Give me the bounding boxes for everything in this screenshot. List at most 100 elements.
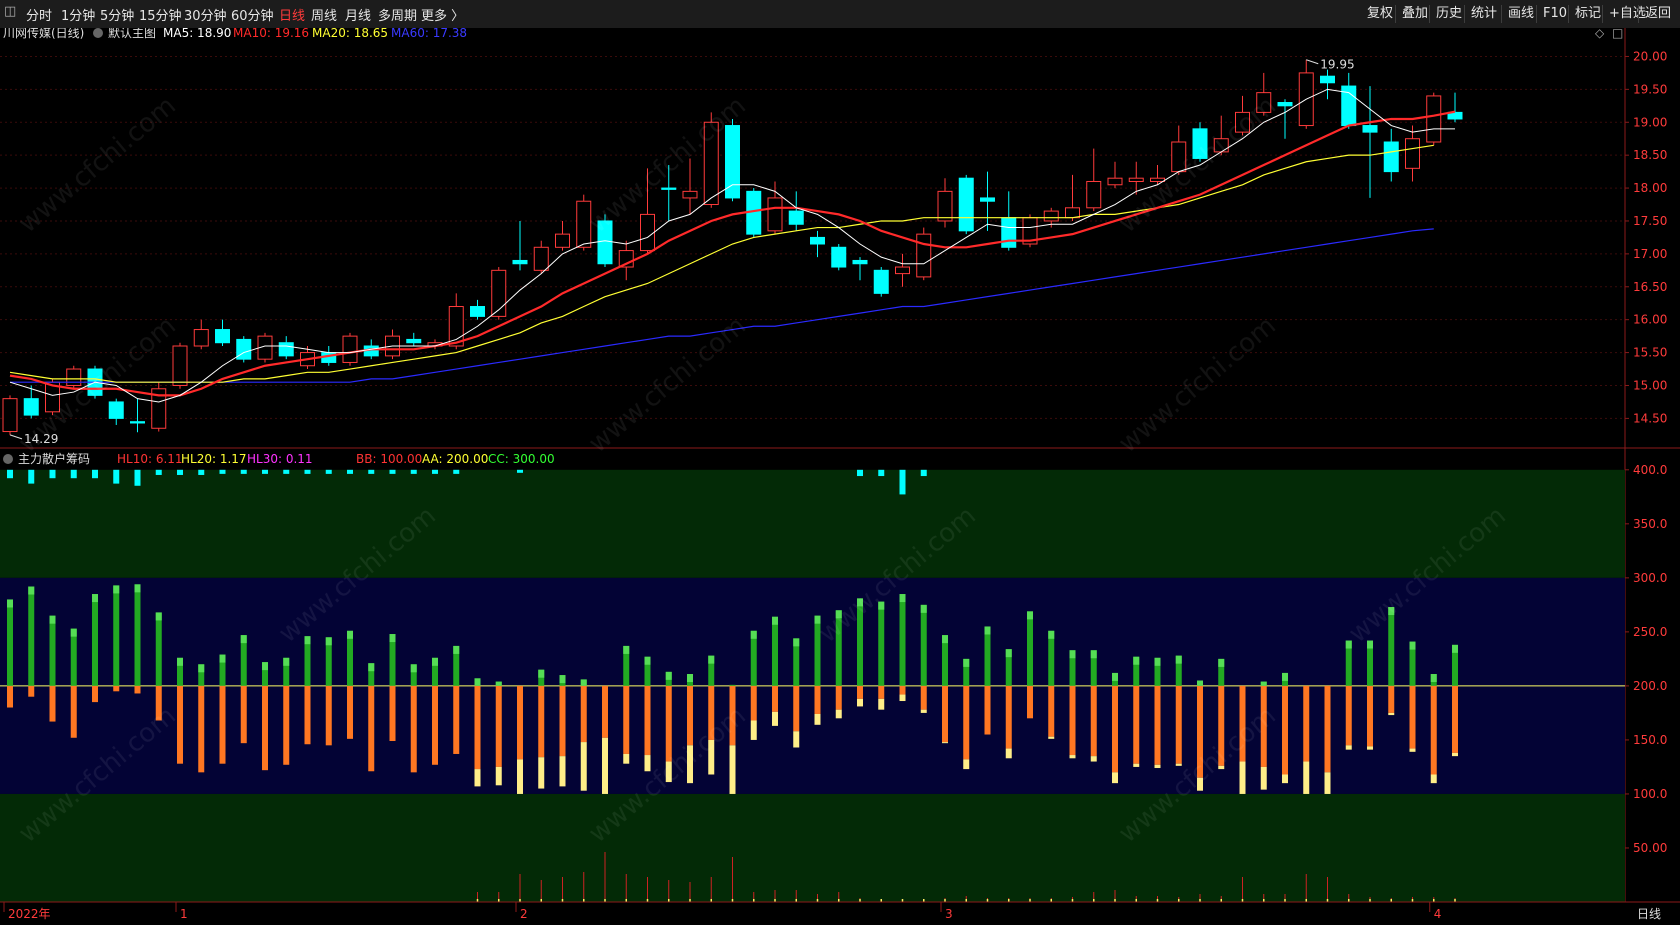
candle-body[interactable] — [108, 401, 124, 419]
chip-bar-green — [920, 604, 927, 686]
action-button-1[interactable]: 叠加 — [1398, 3, 1432, 25]
candle-body[interactable] — [767, 197, 783, 232]
period-tab-4[interactable]: 30分钟 — [184, 5, 227, 24]
candle-body[interactable] — [873, 269, 889, 294]
candle-body[interactable] — [1277, 102, 1293, 107]
period-tab-6[interactable]: 日线 — [279, 5, 305, 24]
candle-body[interactable] — [852, 259, 868, 265]
chip-bar-orange — [368, 685, 375, 772]
chip-top-marker — [7, 469, 13, 479]
candle-body[interactable] — [937, 190, 953, 222]
indicator-y-tick-label: 350.0 — [1633, 517, 1667, 531]
toolbar-menu-icon[interactable]: ◫ — [4, 4, 16, 19]
y-tick-label: 18.00 — [1633, 181, 1667, 195]
candle-body[interactable] — [810, 236, 825, 245]
candle-body[interactable] — [980, 197, 995, 202]
candle-body[interactable] — [1086, 180, 1102, 209]
x-axis-label: 4 — [1434, 907, 1442, 921]
candle-body[interactable] — [725, 125, 740, 199]
candle-body[interactable] — [1065, 207, 1080, 219]
x-axis-label: 3 — [945, 907, 953, 921]
candle-body[interactable] — [1128, 177, 1144, 182]
candle-body[interactable] — [1320, 75, 1335, 84]
chip-bar-orange — [857, 685, 863, 699]
action-button-3[interactable]: 统计 — [1467, 3, 1501, 25]
candle-body[interactable] — [895, 266, 910, 275]
chip-bar-green-cap — [963, 658, 970, 667]
period-tab-3[interactable]: 15分钟 — [139, 5, 182, 24]
candle-body[interactable] — [682, 190, 698, 199]
candle-body[interactable] — [1043, 210, 1059, 222]
chip-bar-orange — [1367, 685, 1373, 747]
chip-bar-orange — [1133, 685, 1140, 764]
candle-body[interactable] — [1383, 141, 1399, 173]
chip-bar-orange — [198, 685, 205, 773]
action-button-2[interactable]: 历史 — [1432, 3, 1466, 25]
candle-body[interactable] — [470, 306, 485, 317]
candle-body[interactable] — [1405, 138, 1420, 169]
candle-body[interactable] — [1426, 95, 1442, 143]
candle-body[interactable] — [1362, 125, 1378, 133]
chip-top-marker — [517, 469, 523, 473]
chip-bar-green-cap — [1409, 641, 1416, 650]
chip-bar-green-cap — [219, 654, 226, 663]
candle-body[interactable] — [23, 398, 39, 416]
chip-bar-light — [1388, 712, 1395, 716]
candle-body[interactable] — [215, 329, 230, 344]
period-tab-1[interactable]: 1分钟 — [61, 5, 95, 24]
candle-body[interactable] — [640, 213, 655, 252]
candle-body[interactable] — [130, 421, 145, 424]
chip-bar-green-cap — [113, 585, 120, 594]
candle-body[interactable] — [831, 246, 847, 268]
candle-body[interactable] — [916, 233, 932, 278]
action-button-4[interactable]: 画线 — [1504, 3, 1538, 25]
chip-bar-orange — [793, 685, 800, 732]
chip-bar-light — [1048, 736, 1055, 739]
chip-bar-light — [963, 759, 970, 770]
candle-body[interactable] — [406, 338, 422, 344]
settings-dropdown-icon[interactable] — [93, 28, 103, 38]
chip-bar-orange — [113, 685, 120, 692]
period-tab-0[interactable]: 分时 — [26, 5, 52, 24]
y-tick-label: 19.50 — [1633, 82, 1667, 96]
chip-bar-green-cap — [1430, 674, 1437, 683]
chip-bar-green-cap — [538, 669, 545, 678]
candle-body[interactable] — [1107, 177, 1123, 186]
action-button-6[interactable]: 标记 — [1571, 3, 1605, 25]
candle-body[interactable] — [788, 210, 804, 225]
candle-body[interactable] — [661, 187, 677, 190]
chip-bar-green-cap — [687, 674, 693, 683]
y-tick-label: 15.50 — [1633, 346, 1667, 360]
period-tab-5[interactable]: 60分钟 — [231, 5, 274, 24]
chip-bar-orange — [262, 685, 268, 771]
candle-body[interactable] — [958, 177, 974, 232]
chip-bar-orange — [984, 685, 991, 735]
candle-body[interactable] — [342, 335, 358, 363]
period-tab-10[interactable]: 更多 〉 — [421, 5, 464, 24]
candle-body[interactable] — [2, 398, 18, 433]
period-tab-9[interactable]: 多周期 — [378, 5, 417, 24]
candle-body[interactable] — [576, 200, 592, 248]
candle-body[interactable] — [1001, 217, 1017, 248]
candle-body[interactable] — [555, 233, 570, 248]
action-button-5[interactable]: F10 — [1539, 3, 1571, 25]
candle-body[interactable] — [193, 329, 209, 347]
chip-bar-light — [474, 769, 481, 787]
chip-bar-orange — [1090, 685, 1097, 757]
chip-bar-orange — [517, 685, 523, 760]
chip-bar-light — [538, 757, 545, 789]
action-button-0[interactable]: 复权 — [1363, 3, 1397, 25]
chip-bar-orange — [453, 685, 460, 754]
candle-body[interactable] — [278, 342, 294, 357]
indicator-dropdown-icon[interactable] — [3, 454, 13, 464]
candle-body[interactable] — [512, 259, 528, 265]
candle-body[interactable] — [533, 246, 549, 271]
period-tab-8[interactable]: 月线 — [345, 5, 371, 24]
indicator-y-tick-label: 100.0 — [1633, 787, 1667, 801]
action-button-8[interactable]: 返回 — [1641, 3, 1675, 25]
chip-bar-green-cap — [368, 663, 375, 672]
chip-bar-orange — [1430, 685, 1437, 775]
period-tab-2[interactable]: 5分钟 — [100, 5, 134, 24]
period-tab-7[interactable]: 周线 — [311, 5, 337, 24]
candle-body[interactable] — [172, 345, 188, 386]
